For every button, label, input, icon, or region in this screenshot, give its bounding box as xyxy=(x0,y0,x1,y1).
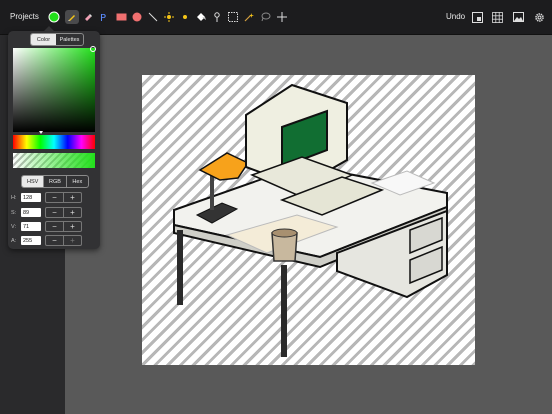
channel-row-a: A: 255 − + xyxy=(11,235,82,246)
sv-picker-knob[interactable] xyxy=(90,46,96,52)
hue-slider-knob[interactable] xyxy=(39,131,43,134)
color-preview xyxy=(13,153,95,168)
tab-color[interactable]: Color xyxy=(31,34,56,45)
increment-button[interactable]: + xyxy=(63,193,81,202)
svg-text:P: P xyxy=(100,13,106,22)
circle-icon[interactable] xyxy=(130,10,144,24)
channel-v-input[interactable]: 71 xyxy=(21,222,41,231)
pen-icon[interactable]: P xyxy=(97,10,111,24)
pixel-art-image xyxy=(173,83,448,357)
eraser-icon[interactable] xyxy=(81,10,95,24)
lasso-icon[interactable] xyxy=(258,10,272,24)
channel-s-input[interactable]: 89 xyxy=(21,208,41,217)
increment-button[interactable]: + xyxy=(63,208,81,217)
eyedropper-icon[interactable] xyxy=(210,10,224,24)
channel-row-h: H: 128 − + xyxy=(11,192,82,203)
increment-button[interactable]: + xyxy=(63,222,81,231)
settings-icon[interactable] xyxy=(532,10,546,24)
channel-s-stepper: − + xyxy=(45,207,82,218)
channel-v-stepper: − + xyxy=(45,221,82,232)
undo-button[interactable]: Undo xyxy=(446,12,465,21)
channel-row-v: V: 71 − + xyxy=(11,221,82,232)
current-color-swatch[interactable] xyxy=(47,10,61,24)
layers-icon[interactable] xyxy=(470,10,484,24)
saturation-value-picker[interactable] xyxy=(13,48,95,132)
channel-a-stepper: − + xyxy=(45,235,82,246)
mode-hsv[interactable]: HSV xyxy=(22,176,44,187)
projects-button[interactable]: Projects xyxy=(10,12,39,21)
decrement-button[interactable]: − xyxy=(46,208,63,217)
grid-icon[interactable] xyxy=(490,10,504,24)
channel-label: H: xyxy=(11,194,17,201)
channel-row-s: S: 89 − + xyxy=(11,207,82,218)
color-mode-selector: HSV RGB Hex xyxy=(21,175,89,188)
panel-tabs: Color Palettes xyxy=(30,33,84,46)
channel-label: S: xyxy=(11,209,17,216)
mode-rgb[interactable]: RGB xyxy=(43,176,65,187)
brightness-icon[interactable] xyxy=(162,10,176,24)
pixel-art-canvas[interactable] xyxy=(142,75,475,365)
channel-h-input[interactable]: 128 xyxy=(21,193,41,202)
decrement-button[interactable]: − xyxy=(46,222,63,231)
increment-button[interactable]: + xyxy=(63,236,81,245)
top-toolbar: Projects P Undo xyxy=(0,0,552,35)
decrement-button[interactable]: − xyxy=(46,193,63,202)
image-icon[interactable] xyxy=(511,10,525,24)
channel-a-input[interactable]: 255 xyxy=(21,236,41,245)
decrement-button[interactable]: − xyxy=(46,236,63,245)
tab-palettes[interactable]: Palettes xyxy=(56,34,83,45)
mode-hex[interactable]: Hex xyxy=(65,176,88,187)
channel-label: A: xyxy=(11,237,17,244)
magic-wand-icon[interactable] xyxy=(242,10,256,24)
fill-bucket-icon[interactable] xyxy=(194,10,208,24)
channel-label: V: xyxy=(11,223,16,230)
rectangle-icon[interactable] xyxy=(114,10,128,24)
selection-icon[interactable] xyxy=(226,10,240,24)
move-icon[interactable] xyxy=(275,10,289,24)
line-icon[interactable] xyxy=(146,10,160,24)
channel-h-stepper: − + xyxy=(45,192,82,203)
pencil-icon[interactable] xyxy=(65,10,79,24)
dither-icon[interactable] xyxy=(178,10,192,24)
hue-slider[interactable] xyxy=(13,135,95,149)
